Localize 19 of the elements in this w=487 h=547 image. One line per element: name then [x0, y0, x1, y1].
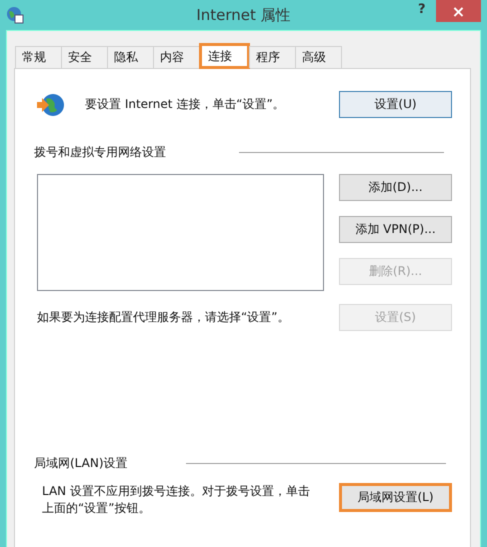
lan-instruction: LAN 设置不应用到拨号连接。对于拨号设置，单击上面的“设置”按钮。	[42, 483, 311, 517]
close-button[interactable]: ×	[436, 0, 481, 22]
section-heading: 局域网(LAN)设置	[34, 455, 128, 472]
section-heading: 拨号和虚拟专用网络设置	[34, 144, 166, 161]
globe-icon	[6, 6, 24, 24]
tab[interactable]: 程序	[249, 46, 296, 68]
window-title: Internet 属性	[195, 6, 292, 25]
tab[interactable]: 连接	[199, 43, 250, 69]
setup-button[interactable]: 设置(U)	[339, 91, 452, 118]
help-button[interactable]: ?	[414, 2, 430, 17]
connection-list[interactable]	[37, 174, 324, 291]
dialup-button[interactable]: 添加 VPN(P)...	[339, 216, 452, 243]
setup-instruction: 要设置 Internet 连接，单击“设置”。	[85, 96, 286, 113]
proxy-instruction: 如果要为连接配置代理服务器，请选择“设置”。	[37, 309, 290, 326]
globe-arrow-icon	[37, 92, 65, 118]
dialup-button[interactable]: 添加(D)...	[339, 174, 452, 201]
tab[interactable]: 常规	[15, 46, 62, 68]
tab[interactable]: 高级	[295, 46, 342, 68]
lan-settings-button[interactable]: 局域网设置(L)	[339, 483, 452, 512]
